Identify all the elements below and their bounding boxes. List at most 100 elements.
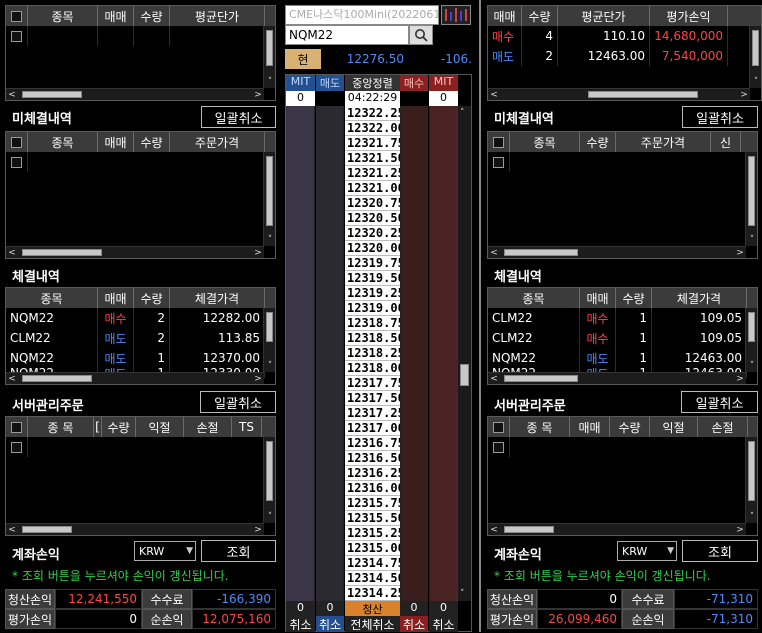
row-checkbox[interactable]	[6, 26, 28, 46]
scroll-right-icon[interactable]: >	[252, 373, 264, 384]
scroll-thumb[interactable]	[748, 312, 755, 342]
scroll-down-icon[interactable]: ˅	[746, 234, 757, 246]
price-level[interactable]: 12317.50	[345, 391, 400, 406]
horizontal-scrollbar[interactable]: < >	[488, 372, 746, 384]
scroll-thumb[interactable]	[266, 156, 273, 226]
price-level[interactable]: 12320.25	[345, 226, 400, 241]
horizontal-scrollbar[interactable]: < >	[488, 246, 746, 258]
price-level[interactable]: 12321.00	[345, 181, 400, 196]
price-level[interactable]: 12316.75	[345, 436, 400, 451]
horizontal-scrollbar[interactable]: < >	[488, 88, 750, 100]
scroll-left-icon[interactable]: <	[6, 89, 18, 100]
cancel-sell-button[interactable]: 취소	[316, 616, 344, 632]
price-level[interactable]: 12320.75	[345, 196, 400, 211]
table-row[interactable]	[6, 26, 275, 46]
table-row[interactable]	[488, 152, 757, 172]
price-level[interactable]: 12315.75	[345, 496, 400, 511]
header-checkbox[interactable]	[488, 132, 510, 152]
scroll-thumb[interactable]	[266, 312, 273, 342]
price-level[interactable]: 12318.00	[345, 361, 400, 376]
sell-column[interactable]	[316, 106, 344, 601]
scroll-left-icon[interactable]: <	[488, 373, 500, 384]
header-buy[interactable]: 매수	[400, 75, 428, 91]
price-level[interactable]: 12314.75	[345, 556, 400, 571]
scroll-down-icon[interactable]: ˅	[264, 511, 275, 523]
scroll-left-icon[interactable]: <	[488, 89, 500, 100]
header-checkbox[interactable]	[6, 132, 28, 152]
scroll-thumb[interactable]	[504, 249, 578, 256]
horizontal-scrollbar[interactable]: < >	[6, 372, 264, 384]
price-level[interactable]: 12321.75	[345, 136, 400, 151]
scroll-thumb[interactable]	[460, 364, 469, 386]
vertical-scrollbar[interactable]: ˅	[749, 26, 761, 88]
table-row[interactable]: CLM22 매수 1 109.05	[488, 308, 757, 328]
row-checkbox[interactable]	[6, 437, 28, 457]
row-checkbox[interactable]	[6, 152, 28, 172]
header-center-align[interactable]: 중앙정렬	[345, 75, 400, 91]
price-level[interactable]: 12315.00	[345, 541, 400, 556]
scroll-thumb[interactable]	[266, 30, 273, 66]
header-sell[interactable]: 매도	[316, 75, 344, 91]
buy-column[interactable]	[400, 106, 428, 601]
price-level[interactable]: 12321.50	[345, 151, 400, 166]
table-row[interactable]: NQM22 매도 1 12463.00	[488, 348, 757, 368]
scroll-down-icon[interactable]: ˅	[264, 234, 275, 246]
scroll-thumb[interactable]	[22, 375, 92, 382]
right-server-cancel-all-button[interactable]: 일괄취소	[681, 391, 758, 413]
table-row[interactable]	[488, 437, 757, 457]
table-row[interactable]: NQM22 매수 2 12282.00	[6, 308, 275, 328]
right-unfilled-cancel-all-button[interactable]: 일괄취소	[682, 106, 758, 128]
scroll-right-icon[interactable]: >	[252, 247, 264, 258]
price-level[interactable]: 12318.50	[345, 331, 400, 346]
price-level[interactable]: 12317.75	[345, 376, 400, 391]
header-checkbox[interactable]	[6, 417, 28, 437]
scroll-down-icon[interactable]: ˅	[460, 589, 465, 599]
vertical-scrollbar[interactable]: ˅	[745, 308, 757, 372]
product-select[interactable]: CME나스닥100Mini(20220617)	[285, 5, 439, 25]
horizontal-scrollbar[interactable]: < >	[488, 523, 746, 535]
scroll-thumb[interactable]	[504, 375, 578, 382]
scroll-down-icon[interactable]: ˅	[746, 360, 757, 372]
scroll-thumb[interactable]	[22, 249, 102, 256]
right-query-button[interactable]: 조회	[682, 540, 758, 562]
price-level[interactable]: 12322.25	[345, 106, 400, 121]
scroll-left-icon[interactable]: <	[6, 524, 18, 535]
left-query-button[interactable]: 조회	[201, 540, 276, 562]
scroll-thumb[interactable]	[504, 526, 554, 533]
price-level[interactable]: 12314.50	[345, 571, 400, 586]
clear-position-button[interactable]: 청산	[345, 601, 400, 616]
scroll-right-icon[interactable]: >	[738, 89, 750, 100]
table-row[interactable]	[6, 152, 275, 172]
price-level[interactable]: 12317.00	[345, 421, 400, 436]
vertical-scrollbar[interactable]: ˅	[263, 308, 275, 372]
scroll-right-icon[interactable]: >	[734, 373, 746, 384]
scroll-thumb[interactable]	[752, 30, 759, 66]
price-level[interactable]: 12320.00	[345, 241, 400, 256]
cancel-all-button[interactable]: 전체취소	[345, 616, 400, 632]
scroll-left-icon[interactable]: <	[488, 247, 500, 258]
price-level[interactable]: 12315.50	[345, 511, 400, 526]
scroll-right-icon[interactable]: >	[252, 524, 264, 535]
row-checkbox[interactable]	[488, 152, 510, 172]
horizontal-scrollbar[interactable]: < >	[6, 523, 264, 535]
table-row[interactable]: 매수 4 110.10 14,680,000	[488, 26, 761, 46]
left-unfilled-cancel-all-button[interactable]: 일괄취소	[201, 106, 276, 128]
scroll-thumb[interactable]	[22, 91, 82, 98]
price-level[interactable]: 12318.75	[345, 316, 400, 331]
symbol-input[interactable]: NQM22	[285, 25, 409, 45]
header-checkbox[interactable]	[6, 6, 28, 26]
price-level[interactable]: 12319.25	[345, 286, 400, 301]
price-level[interactable]: 12316.50	[345, 451, 400, 466]
scroll-down-icon[interactable]: ˅	[264, 76, 275, 88]
ladder-scrollbar[interactable]: ˄ ˅	[457, 106, 471, 601]
table-row[interactable]	[6, 437, 275, 457]
vertical-scrollbar[interactable]: ˅	[745, 152, 757, 246]
price-level[interactable]: 12320.50	[345, 211, 400, 226]
table-row[interactable]: CLM22 매수 1 109.05	[488, 328, 757, 348]
search-button[interactable]	[409, 25, 433, 45]
scroll-down-icon[interactable]: ˅	[264, 360, 275, 372]
price-level[interactable]: 12319.00	[345, 301, 400, 316]
horizontal-scrollbar[interactable]: < >	[6, 246, 264, 258]
row-checkbox[interactable]	[488, 437, 510, 457]
price-level[interactable]: 12321.25	[345, 166, 400, 181]
